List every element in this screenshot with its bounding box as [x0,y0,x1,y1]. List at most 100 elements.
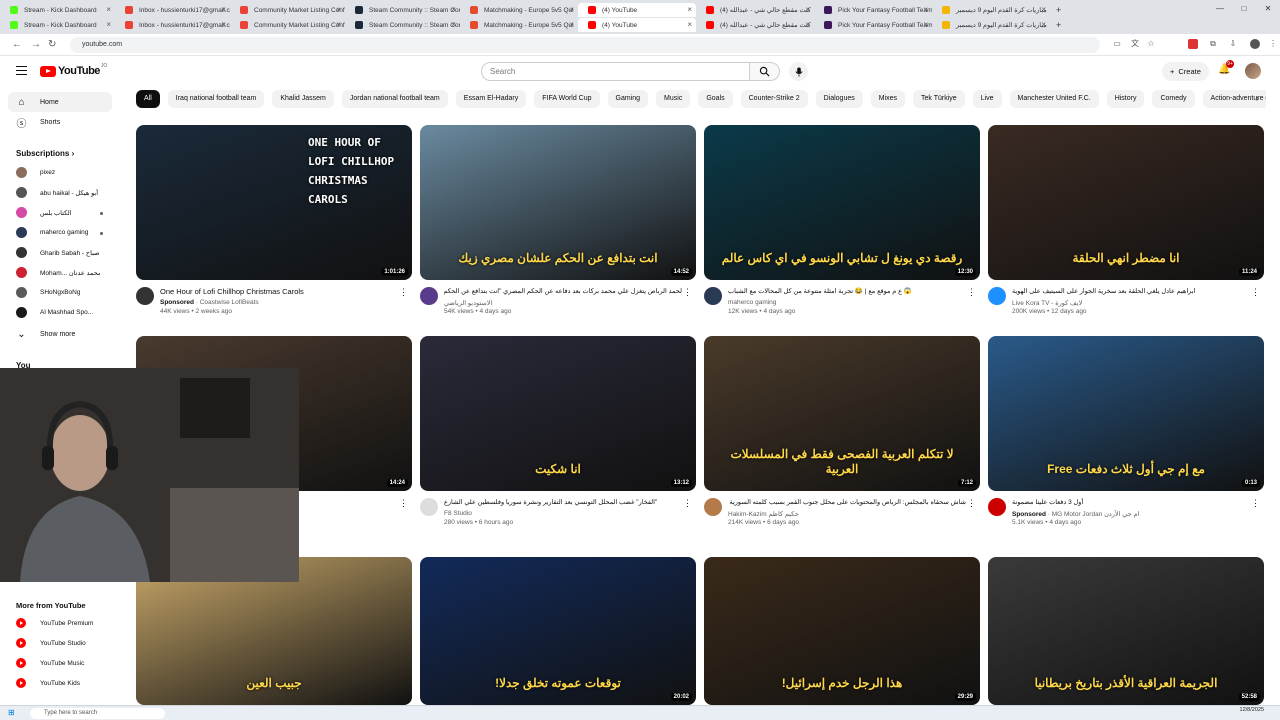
video-title[interactable]: لحمد الرباص يتغزل علي محمد بركات بعد دفا… [444,287,682,297]
video-title[interactable]: شاش سحقاه بالمجلس: الرباص والمحتويات على… [728,498,966,508]
browser-tab[interactable]: (4) كنت مقطع حالي شي - عبدالله × [696,3,814,17]
chip-filter[interactable]: Khalid Jassem [272,90,334,108]
video-card[interactable]: انا شكيت 13:12 "الفخار" غضب المحلل التونسي… [420,336,696,541]
subscription-item[interactable]: pixez [0,167,120,181]
profile-icon[interactable] [1250,39,1260,49]
browser-tab[interactable]: مباريات كرة القدم اليوم 9 ديسمبر × [932,18,1050,32]
chip-filter[interactable]: Gaming [607,90,649,108]
chip-filter[interactable]: Manchester United F.C. [1009,90,1099,108]
close-window-icon[interactable]: ✕ [1256,0,1280,16]
tab-close-icon[interactable]: × [569,20,574,29]
more-from-item[interactable]: YouTube Studio [16,638,86,648]
chip-filter[interactable]: FIFA World Cup [534,90,600,108]
menu-icon[interactable] [16,66,27,75]
browser-tab[interactable]: Stream - Kick Dashboard × [0,18,115,32]
video-title[interactable]: "الفخار" غضب المحلل التونسي بعد التقارير… [444,498,682,508]
video-card[interactable]: انت بتدافع عن الحكم علشان مصري زيك 14:52 ل… [420,125,696,330]
tab-close-icon[interactable]: × [336,5,341,14]
reload-icon[interactable]: ↻ [48,39,56,50]
chip-filter[interactable]: Iraq national football team [167,90,265,108]
tab-close-icon[interactable]: × [1041,5,1046,14]
chip-filter[interactable]: Counter-Strike 2 [740,90,808,108]
video-card[interactable]: مع إم جي أول ثلاث دفعات Free 0:13 أول 3 دف… [988,336,1264,541]
subscription-item[interactable]: Al Mashhad Spo... [0,307,120,321]
more-options-icon[interactable]: ⋮ [683,498,692,509]
browser-tab[interactable]: Inbox - hussienturki17@gmail.c × [115,3,230,17]
new-tab-button[interactable]: + [1050,20,1067,30]
video-thumbnail[interactable]: انا مضطر انهي الحلقة 11:24 [988,125,1264,280]
search-input[interactable]: Search [481,62,750,81]
search-button[interactable] [750,62,780,81]
video-channel[interactable]: Sponsored · MG Motor Jordan ام جي الأردن [1012,510,1139,518]
subscriptions-heading[interactable]: Subscriptions › [16,149,74,158]
chevron-right-icon[interactable]: › [1256,93,1259,103]
taskbar-clock[interactable]: 12/8/2025 [1240,707,1264,714]
tab-close-icon[interactable]: × [451,5,456,14]
new-tab-button[interactable]: + [1050,5,1067,15]
tab-close-icon[interactable]: × [336,20,341,29]
video-thumbnail[interactable]: انت بتدافع عن الحكم علشان مصري زيك 14:52 [420,125,696,280]
channel-avatar[interactable] [420,498,438,516]
channel-avatar[interactable] [136,287,154,305]
more-options-icon[interactable]: ⋮ [967,287,976,298]
show-more-button[interactable]: ⌄ Show more [8,324,112,344]
video-card[interactable]: رقصة دي يونغ ل تشابي الونسو في اي كاس عا… [704,125,980,330]
more-options-icon[interactable]: ⋮ [967,498,976,509]
browser-tab[interactable]: Steam Community :: Steam Con × [345,18,460,32]
youtube-logo[interactable]: YouTube JO [40,63,107,77]
more-from-item[interactable]: YouTube Kids [16,678,80,688]
mic-icon[interactable] [789,62,808,81]
sidebar-item-shorts[interactable]: ⓢ Shorts [8,112,112,132]
maximize-icon[interactable]: □ [1232,0,1256,16]
browser-tab[interactable]: Inbox - hussienturki17@gmail.c × [115,18,230,32]
subscription-item[interactable]: SHoNgxBoNg [0,287,120,301]
video-channel[interactable]: Sponsored · Coastwise LofiBeats [160,299,259,306]
chip-filter[interactable]: Jordan national football team [341,90,448,108]
browser-tab[interactable]: Steam Community :: Steam Con × [345,3,460,17]
video-thumbnail[interactable]: مع إم جي أول ثلاث دفعات Free 0:13 [988,336,1264,491]
chip-filter[interactable]: Comedy [1152,90,1195,108]
more-from-item[interactable]: YouTube Music [16,658,84,668]
windows-start-icon[interactable]: ⊞ [8,708,15,717]
video-title[interactable]: أول 3 دفعات علينا مضمونة [1012,498,1250,508]
tab-close-icon[interactable]: × [923,5,928,14]
cast-icon[interactable]: ▭ [1112,39,1122,49]
sidebar-item-home[interactable]: ⌂ Home [8,92,112,112]
subscription-item[interactable]: abu haikal - أبو هيكل [0,187,120,201]
extension-icon[interactable] [1188,39,1198,49]
browser-tab[interactable]: Matchmaking - Europe 5v5 Qui × [460,3,578,17]
more-options-icon[interactable]: ⋮ [399,498,408,509]
tab-close-icon[interactable]: × [451,20,456,29]
subscription-item[interactable]: Moham... محمد عدنان [0,267,120,281]
translate-icon[interactable]: 文 [1130,39,1140,49]
tab-close-icon[interactable]: × [106,5,111,14]
browser-tab[interactable]: Community Market Listing Conf × [230,18,345,32]
tab-close-icon[interactable]: × [805,5,810,14]
subscription-item[interactable]: الكتاب بلس [0,207,120,221]
tab-close-icon[interactable]: × [687,5,692,14]
chip-filter[interactable]: All [136,90,160,108]
video-thumbnail[interactable]: لا تتكلم العربية الفصحى فقط في المسلسلات… [704,336,980,491]
video-channel[interactable]: Hakim-Kazim حكيم كاظم [728,510,799,518]
browser-tab[interactable]: Community Market Listing Conf × [230,3,345,17]
video-card[interactable]: الجريمة العراقية الأقذر بتاريخ بريطانيا 5… [988,557,1264,705]
more-options-icon[interactable]: ⋮ [1251,498,1260,509]
account-avatar[interactable] [1245,63,1261,79]
browser-tab[interactable]: Pick Your Fantasy Football Team × [814,3,932,17]
browser-tab[interactable]: مباريات كرة القدم اليوم 9 ديسمبر × [932,3,1050,17]
browser-tab[interactable]: Pick Your Fantasy Football Team × [814,18,932,32]
video-card[interactable]: لا تتكلم العربية الفصحى فقط في المسلسلات… [704,336,980,541]
video-channel[interactable]: Live Kora TV - لايف كورة [1012,299,1082,307]
taskbar-search-input[interactable]: Type here to search [30,708,165,719]
chip-filter[interactable]: Essam El-Hadary [455,90,527,108]
subscription-item[interactable]: Gharib Sabah - صباح [0,247,120,261]
video-title[interactable]: 😱 ع م موقع مع | 😂 تجربة امثلة متنوعة من … [728,287,966,297]
tab-close-icon[interactable]: × [687,20,692,29]
video-channel[interactable]: الاستوديو الرياضي [444,299,492,307]
chip-filter[interactable]: Tek Türkiye [913,90,965,108]
browser-tab[interactable]: (4) YouTube × [578,18,696,32]
video-thumbnail[interactable]: الجريمة العراقية الأقذر بتاريخ بريطانيا 5… [988,557,1264,705]
tab-close-icon[interactable]: × [221,5,226,14]
downloads-icon[interactable]: ⇩ [1228,39,1238,49]
chip-filter[interactable]: Live [972,90,1002,108]
